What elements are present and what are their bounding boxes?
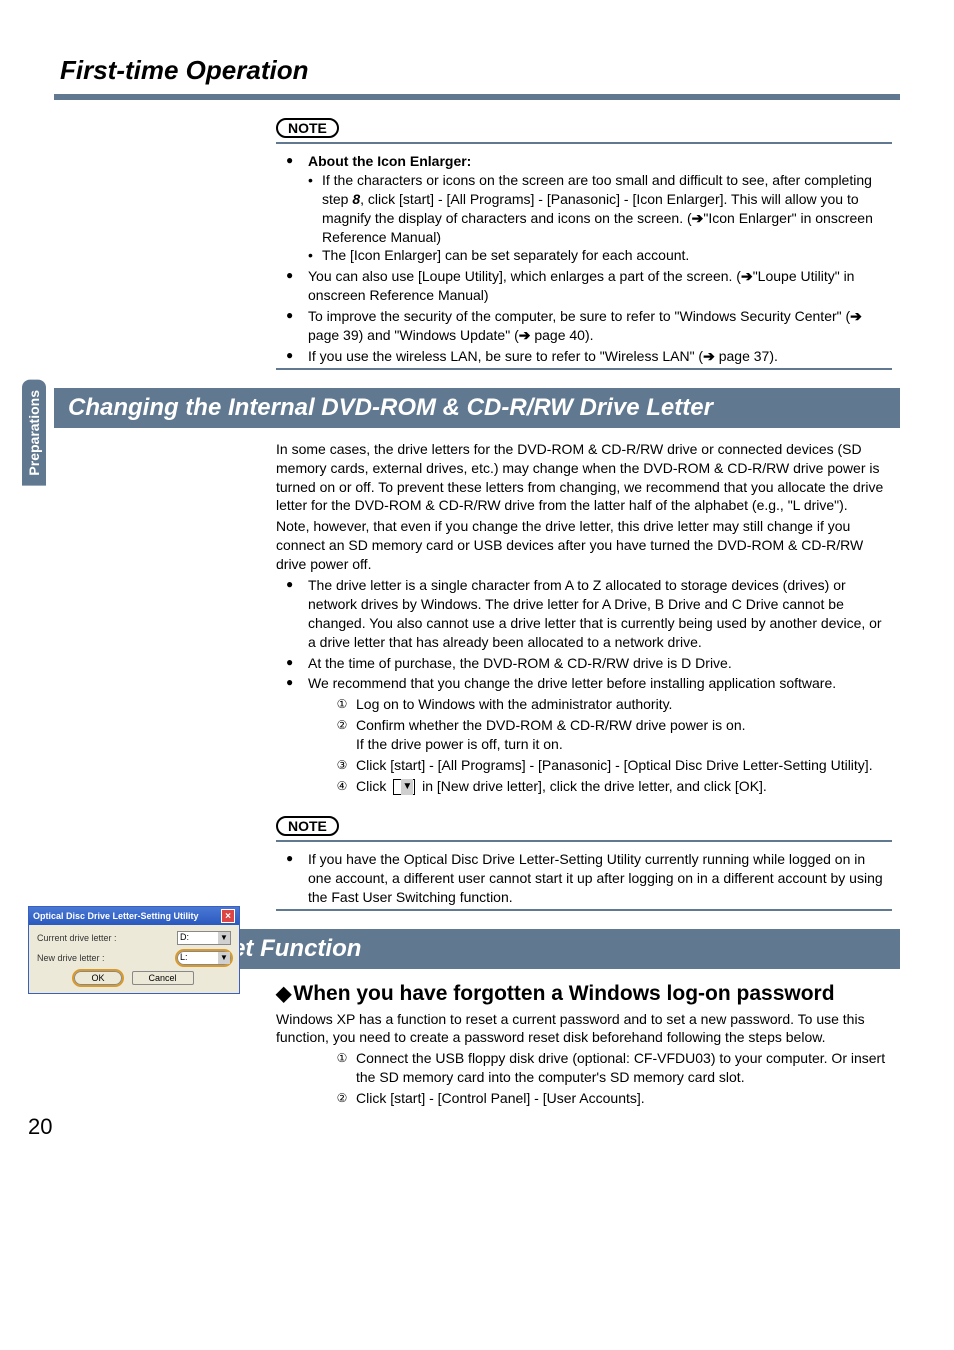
step-number-3-icon: ③: [334, 757, 350, 773]
chevron-down-icon: ▼: [218, 952, 230, 964]
note-badge-1: NOTE: [276, 118, 339, 138]
section1-step4: ④Click in [New drive letter], click the …: [336, 777, 892, 796]
section-heading-drive-letter: Changing the Internal DVD-ROM & CD-R/RW …: [54, 388, 900, 428]
note1-item-security: To improve the security of the computer,…: [284, 307, 892, 345]
utility-titlebar: Optical Disc Drive Letter-Setting Utilit…: [29, 907, 239, 925]
page-title: First-time Operation: [0, 0, 954, 94]
utility-title-text: Optical Disc Drive Letter-Setting Utilit…: [33, 911, 199, 921]
arrow-icon: ➔: [519, 327, 531, 343]
note-divider-1b: [276, 368, 892, 370]
section1-step1: ①Log on to Windows with the administrato…: [336, 695, 892, 714]
note1-item-loupe: You can also use [Loupe Utility], which …: [284, 267, 892, 305]
note1-item-wlan: If you use the wireless LAN, be sure to …: [284, 347, 892, 366]
page-number: 20: [28, 1114, 52, 1140]
arrow-icon: ➔: [850, 308, 862, 324]
section1-step3: ③Click [start] - [All Programs] - [Panas…: [336, 756, 892, 775]
section1-bullets: The drive letter is a single character f…: [276, 576, 892, 693]
section2-step1: ①Connect the USB floppy disk drive (opti…: [336, 1049, 892, 1087]
section1-p1: In some cases, the drive letters for the…: [276, 440, 892, 516]
section2-subheading: ◆When you have forgotten a Windows log-o…: [276, 981, 892, 1006]
note2-list: If you have the Optical Disc Drive Lette…: [276, 850, 892, 907]
current-drive-label: Current drive letter :: [37, 933, 173, 943]
arrow-icon: ➔: [741, 268, 753, 284]
note1-b1-title: About the Icon Enlarger:: [308, 153, 471, 169]
section1-p2: Note, however, that even if you change t…: [276, 517, 892, 574]
note-divider-1a: [276, 142, 892, 144]
section1-b3: We recommend that you change the drive l…: [284, 674, 892, 693]
arrow-icon: ➔: [692, 210, 704, 226]
section2-steps: ①Connect the USB floppy disk drive (opti…: [276, 1049, 892, 1108]
new-drive-select[interactable]: L:▼: [177, 951, 231, 965]
close-icon[interactable]: ×: [221, 909, 235, 923]
arrow-icon: ➔: [703, 348, 715, 364]
note1-b1-sub2: The [Icon Enlarger] can be set separatel…: [308, 246, 892, 265]
note-badge-2: NOTE: [276, 816, 339, 836]
side-tab-preparations: Preparations: [22, 380, 46, 486]
note1-b1-sub1: If the characters or icons on the screen…: [308, 171, 892, 247]
utility-dialog: Optical Disc Drive Letter-Setting Utilit…: [28, 906, 240, 994]
step-number-2-icon: ②: [334, 717, 350, 733]
section1-steps: ①Log on to Windows with the administrato…: [276, 695, 892, 795]
note1-item-icon-enlarger: About the Icon Enlarger: If the characte…: [284, 152, 892, 265]
cancel-button[interactable]: Cancel: [132, 971, 194, 985]
step-number-1-icon: ①: [334, 1050, 350, 1066]
new-drive-label: New drive letter :: [37, 953, 173, 963]
note2-b1: If you have the Optical Disc Drive Lette…: [284, 850, 892, 907]
diamond-icon: ◆: [276, 983, 291, 1005]
step-number-1-icon: ①: [334, 696, 350, 712]
ok-button[interactable]: OK: [74, 971, 121, 985]
step-number-2-icon: ②: [334, 1090, 350, 1106]
section2-step2: ②Click [start] - [Control Panel] - [User…: [336, 1089, 892, 1108]
section1-step2: ②Confirm whether the DVD-ROM & CD-R/RW d…: [336, 716, 892, 754]
note1-list: About the Icon Enlarger: If the characte…: [276, 152, 892, 366]
section2-p1: Windows XP has a function to reset a cur…: [276, 1010, 892, 1048]
section1-b1: The drive letter is a single character f…: [284, 576, 892, 652]
section1-b2: At the time of purchase, the DVD-ROM & C…: [284, 654, 892, 673]
step-number-4-icon: ④: [334, 778, 350, 794]
dropdown-icon: [393, 779, 415, 795]
note-divider-2a: [276, 840, 892, 842]
chevron-down-icon: ▼: [218, 932, 230, 944]
current-drive-select[interactable]: D:▼: [177, 931, 231, 945]
note-divider-2b: [276, 909, 892, 911]
